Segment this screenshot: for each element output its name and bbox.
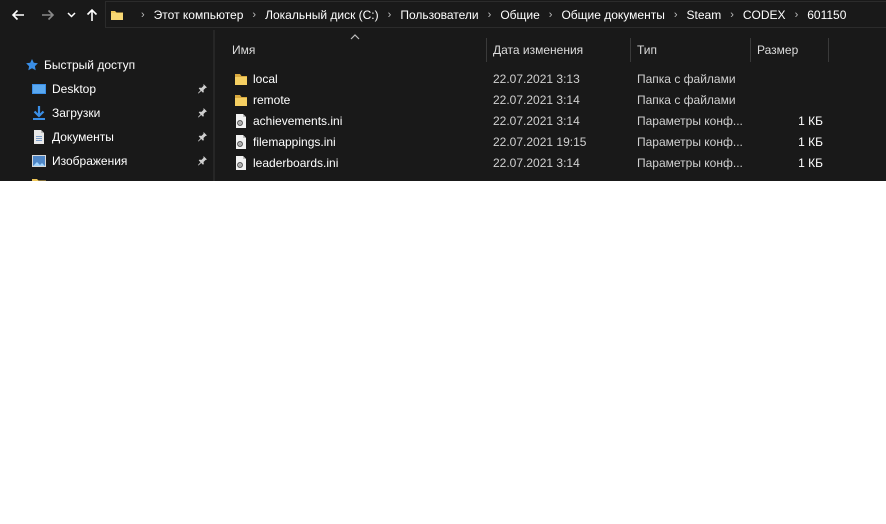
pin-icon <box>198 132 207 142</box>
up-button[interactable] <box>83 4 101 26</box>
table-row[interactable]: filemappings.ini 22.07.2021 19:15 Параме… <box>215 131 886 152</box>
nav-item-desktop[interactable]: Desktop <box>0 78 213 100</box>
arrow-up-icon <box>86 8 98 21</box>
nav-item-label: Загрузки <box>52 106 101 120</box>
breadcrumb-drive-c[interactable]: › Локальный диск (C:) <box>243 8 378 22</box>
breadcrumb-601150[interactable]: › 601150 <box>786 8 847 22</box>
breadcrumb-computer[interactable]: › Этот компьютер <box>132 8 243 22</box>
star-icon <box>26 59 38 71</box>
chevron-right-icon: › <box>387 8 392 21</box>
column-header-name[interactable]: Имя <box>227 38 487 62</box>
navigation-pane: Быстрый доступ Desktop Загрузки Документ… <box>0 30 213 181</box>
file-name: filemappings.ini <box>253 135 336 149</box>
file-size: 1 КБ <box>798 114 823 128</box>
file-list: Имя Дата изменения Тип Размер local 22.0… <box>215 30 886 181</box>
breadcrumb-public-documents[interactable]: › Общие документы <box>540 8 665 22</box>
pin-icon <box>198 156 207 166</box>
file-name: leaderboards.ini <box>253 156 339 170</box>
file-size: 1 КБ <box>798 135 823 149</box>
file-name: remote <box>253 93 291 107</box>
column-header-type[interactable]: Тип <box>632 38 751 62</box>
file-type: Папка с файлами <box>637 93 736 107</box>
file-date: 22.07.2021 3:14 <box>493 93 580 107</box>
table-row[interactable]: achievements.ini 22.07.2021 3:14 Парамет… <box>215 110 886 131</box>
file-name: local <box>253 72 278 86</box>
desktop-icon <box>32 84 46 94</box>
nav-item-label: Изображения <box>52 154 128 168</box>
nav-item-label: Desktop <box>52 82 97 96</box>
nav-quick-access-label: Быстрый доступ <box>44 58 136 72</box>
nav-item-label: Документы <box>52 130 114 144</box>
file-date: 22.07.2021 3:14 <box>493 156 580 170</box>
file-date: 22.07.2021 19:15 <box>493 135 587 149</box>
settings-file-icon <box>236 135 246 149</box>
back-button[interactable] <box>8 4 28 26</box>
settings-file-icon <box>236 114 246 128</box>
pin-icon <box>198 108 207 118</box>
chevron-right-icon: › <box>673 8 678 21</box>
chevron-right-icon: › <box>141 8 145 21</box>
nav-item-downloads[interactable]: Загрузки <box>0 102 213 124</box>
breadcrumb-public[interactable]: › Общие <box>479 8 540 22</box>
download-icon <box>33 106 45 120</box>
table-row[interactable]: local 22.07.2021 3:13 Папка с файлами <box>215 68 886 89</box>
chevron-right-icon: › <box>252 8 257 21</box>
file-date: 22.07.2021 3:13 <box>493 72 580 86</box>
nav-item-partial[interactable] <box>0 173 213 181</box>
table-row[interactable]: leaderboards.ini 22.07.2021 3:14 Парамет… <box>215 152 886 173</box>
documents-icon <box>34 130 44 144</box>
nav-item-pictures[interactable]: Изображения <box>0 150 213 172</box>
file-explorer-window: › Этот компьютер › Локальный диск (C:) › По… <box>0 0 886 181</box>
pictures-icon <box>32 155 46 167</box>
file-type: Параметры конф... <box>637 156 743 170</box>
nav-quick-access[interactable]: Быстрый доступ <box>0 54 213 76</box>
pin-icon <box>198 84 207 94</box>
recent-locations-button[interactable] <box>64 4 78 26</box>
arrow-left-icon <box>11 9 24 21</box>
folder-icon <box>235 95 247 106</box>
file-type: Папка с файлами <box>637 72 736 86</box>
file-type: Параметры конф... <box>637 114 743 128</box>
chevron-down-icon <box>66 12 76 18</box>
column-header-size[interactable]: Размер <box>752 38 829 62</box>
file-name: achievements.ini <box>253 114 343 128</box>
chevron-right-icon: › <box>548 8 553 21</box>
breadcrumb-users[interactable]: › Пользователи <box>379 8 479 22</box>
column-header-date[interactable]: Дата изменения <box>488 38 631 62</box>
address-toolbar: › Этот компьютер › Локальный диск (C:) › По… <box>0 0 886 30</box>
nav-item-documents[interactable]: Документы <box>0 126 213 148</box>
address-bar[interactable]: › Этот компьютер › Локальный диск (C:) › По… <box>105 1 886 28</box>
folder-icon <box>235 74 247 85</box>
file-date: 22.07.2021 3:14 <box>493 114 580 128</box>
chevron-right-icon: › <box>794 8 799 21</box>
file-type: Параметры конф... <box>637 135 743 149</box>
table-row[interactable]: remote 22.07.2021 3:14 Папка с файлами <box>215 89 886 110</box>
folder-icon <box>32 179 46 181</box>
breadcrumb-codex[interactable]: › CODEX <box>721 8 785 22</box>
breadcrumb-steam[interactable]: › Steam <box>665 8 721 22</box>
arrow-right-icon <box>42 9 55 21</box>
file-size: 1 КБ <box>798 156 823 170</box>
settings-file-icon <box>236 156 246 170</box>
folder-icon <box>111 10 123 20</box>
chevron-right-icon: › <box>730 8 734 21</box>
chevron-right-icon: › <box>487 8 492 21</box>
forward-button[interactable] <box>38 4 58 26</box>
